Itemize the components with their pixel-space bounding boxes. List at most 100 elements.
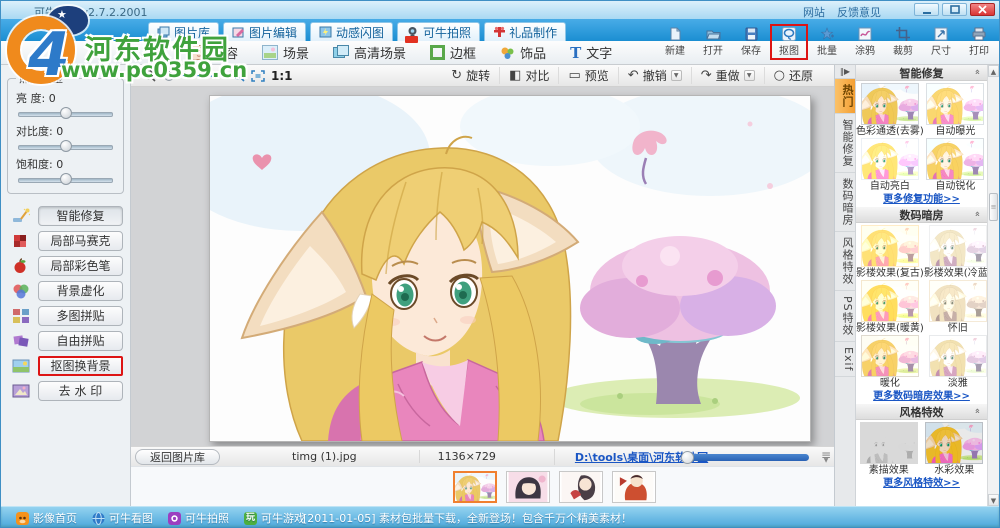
collapse-section-icon[interactable]: » — [973, 69, 983, 75]
save-button[interactable]: 保存 — [735, 27, 767, 57]
strip-thumbnail[interactable] — [559, 471, 603, 503]
panel-collapse-button[interactable]: ‖▶ — [835, 65, 855, 79]
ornament-button[interactable]: 饰品 — [500, 43, 546, 62]
new-button[interactable]: 新建 — [659, 27, 691, 57]
scroll-down-button[interactable]: ▼ — [988, 494, 999, 506]
vtab-smart-repair[interactable]: 智能修复 — [835, 114, 855, 173]
website-link[interactable]: 网站 — [803, 4, 825, 20]
undo-dropdown[interactable]: ▼ — [671, 70, 682, 81]
batch-button[interactable]: 批量 — [811, 27, 843, 57]
contrast-slider[interactable] — [18, 140, 113, 153]
filename-label: timg (1).jpg — [292, 450, 357, 463]
print-button[interactable]: 打印 — [963, 27, 995, 57]
frame-button[interactable]: 边框 — [430, 43, 476, 62]
zoom-out-icon[interactable] — [143, 69, 156, 82]
redo-button[interactable]: ↷重做▼ — [691, 67, 764, 84]
effect-item[interactable]: 淡雅 — [924, 335, 987, 390]
collapse-section-icon[interactable]: » — [973, 211, 983, 217]
fit-screen-icon[interactable] — [251, 70, 265, 82]
strip-thumbnail-selected[interactable] — [453, 471, 497, 503]
effect-item[interactable]: 自动亮白 — [856, 138, 924, 193]
canvas-zoom-slider[interactable] — [162, 70, 226, 82]
strip-menu-icon[interactable]: ≡▼ — [821, 449, 831, 464]
vtab-ps-effects[interactable]: PS特效 — [835, 291, 855, 342]
effect-item[interactable]: 怀旧 — [924, 280, 987, 335]
vtab-style-effects[interactable]: 风格特效 — [835, 232, 855, 291]
minimize-button[interactable] — [914, 3, 939, 16]
canvas-zoom-slider-thumb[interactable] — [164, 71, 174, 81]
effect-item[interactable]: 素描效果 — [856, 422, 922, 477]
tab-gift-making[interactable]: 礼品制作 — [484, 22, 566, 41]
thumbnail-size-slider[interactable] — [683, 454, 809, 461]
more-style-link[interactable]: 更多风格特效>> — [856, 477, 987, 491]
effect-item[interactable]: 自动曝光 — [924, 83, 987, 138]
effect-item[interactable]: 影楼效果(暖黄) — [856, 280, 924, 335]
saturation-slider[interactable] — [18, 173, 113, 186]
compare-button[interactable]: ◧对比 — [499, 67, 558, 84]
collapse-section-icon[interactable]: » — [973, 408, 983, 414]
camera-link[interactable]: 可牛拍照 — [168, 510, 229, 526]
section-header-darkroom[interactable]: 数码暗房» — [856, 207, 987, 223]
effect-item[interactable]: 自动锐化 — [924, 138, 987, 193]
resize-button[interactable]: 尺寸 — [925, 27, 957, 57]
multi-collage-button[interactable]: 多图拼贴 — [38, 306, 123, 326]
tab-dynamic-flash[interactable]: 动感闪图 — [310, 22, 393, 41]
scroll-up-button[interactable]: ▲ — [988, 65, 999, 77]
scrollbar-thumb[interactable]: ≡ — [989, 193, 998, 221]
contrast-slider-thumb[interactable] — [60, 140, 72, 152]
undo-button[interactable]: ↶撤销▼ — [618, 67, 691, 84]
effect-item[interactable]: 水彩效果 — [922, 422, 988, 477]
remove-watermark-button[interactable]: 去 水 印 — [38, 381, 123, 401]
more-repair-link[interactable]: 更多修复功能>> — [856, 193, 987, 207]
zoom-in-icon[interactable] — [232, 69, 245, 82]
text-tool-button[interactable]: T 文字 — [570, 43, 612, 62]
effect-item[interactable]: 影楼效果(冷蓝) — [924, 225, 987, 280]
redo-dropdown[interactable]: ▼ — [744, 70, 755, 81]
background-blur-button[interactable]: 背景虚化 — [38, 281, 123, 301]
announcement-text[interactable]: [2011-01-05] 素材包批量下载，全新登场！包含千万个精美素材！ — [303, 510, 632, 526]
tab-photo-library[interactable]: 图片库 — [148, 22, 219, 41]
vtab-darkroom[interactable]: 数码暗房 — [835, 173, 855, 232]
local-color-pen-button[interactable]: 局部彩色笔 — [38, 256, 123, 276]
effects-scrollbar[interactable]: ▲ ≡ ▼ — [987, 65, 999, 506]
more-darkroom-link[interactable]: 更多数码暗房效果>> — [856, 390, 987, 404]
section-header-style[interactable]: 风格特效» — [856, 404, 987, 420]
close-button[interactable] — [970, 3, 995, 16]
cutout-background-button[interactable]: 抠图换背景 — [38, 356, 123, 376]
section-header-smart-repair[interactable]: 智能修复» — [856, 65, 987, 81]
beauty-button[interactable]: 美容 — [191, 43, 238, 62]
brightness-slider[interactable] — [18, 107, 113, 120]
strip-thumbnail[interactable] — [506, 471, 550, 503]
preview-button[interactable]: ▭预览 — [558, 67, 617, 84]
maximize-button[interactable] — [942, 3, 967, 16]
home-link[interactable]: 影像首页 — [16, 510, 77, 526]
cutout-button[interactable]: 抠图 — [773, 27, 805, 57]
feedback-link[interactable]: 反馈意见 — [837, 4, 881, 20]
back-to-library-button[interactable]: 返回图片库 — [135, 449, 220, 465]
thumbnail-size-slider-thumb[interactable] — [681, 451, 694, 464]
rotate-button[interactable]: ↻旋转 — [442, 67, 499, 84]
save-floppy-icon — [745, 27, 758, 41]
tab-photo-edit[interactable]: 图片编辑 — [223, 22, 306, 41]
effect-item[interactable]: 色彩通透(去雾) — [856, 83, 924, 138]
brightness-slider-thumb[interactable] — [60, 107, 72, 119]
dimensions-label: 1136×729 — [419, 450, 496, 463]
game-link[interactable]: 玩 可牛游戏 — [244, 510, 305, 526]
doodle-button[interactable]: 涂鸦 — [849, 27, 881, 57]
effect-item[interactable]: 影楼效果(复古) — [856, 225, 924, 280]
viewer-link[interactable]: 可牛看图 — [92, 510, 153, 526]
strip-thumbnail[interactable] — [612, 471, 656, 503]
hd-scene-button[interactable]: 高清场景 — [333, 43, 406, 62]
local-mosaic-button[interactable]: 局部马赛克 — [38, 231, 123, 251]
vtab-exif[interactable]: Exif — [835, 342, 855, 377]
zoom-ratio-label[interactable]: 1:1 — [271, 69, 293, 83]
vtab-hot[interactable]: 热门 — [835, 79, 855, 114]
free-collage-button[interactable]: 自由拼贴 — [38, 331, 123, 351]
crop-button[interactable]: 裁剪 — [887, 27, 919, 57]
smart-repair-button[interactable]: 智能修复 — [38, 206, 123, 226]
restore-button[interactable]: ○还原 — [764, 67, 822, 84]
scene-button[interactable]: 场景 — [262, 43, 309, 62]
saturation-slider-thumb[interactable] — [60, 173, 72, 185]
open-button[interactable]: 打开 — [697, 27, 729, 57]
effect-item[interactable]: 暖化 — [856, 335, 924, 390]
